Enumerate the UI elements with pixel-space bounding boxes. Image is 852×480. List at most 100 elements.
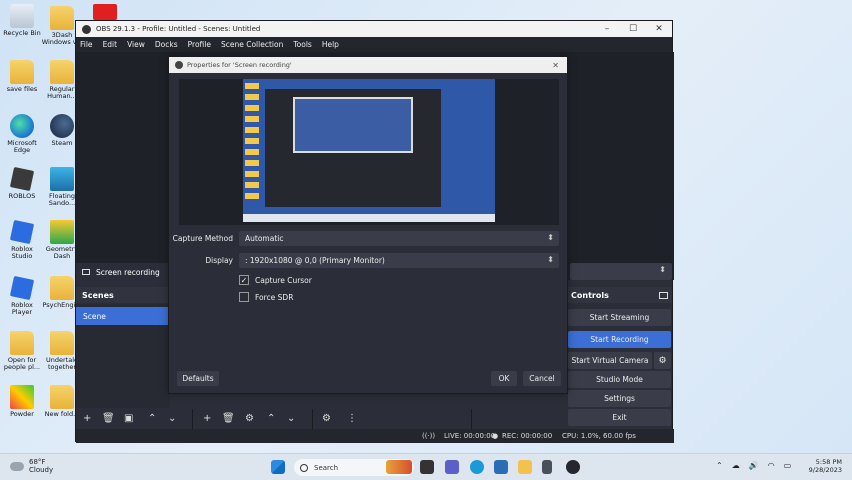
cloud-sync-icon[interactable]: ☁ xyxy=(732,461,740,470)
teams-icon[interactable] xyxy=(445,460,459,474)
folder-icon xyxy=(50,331,74,355)
force-sdr-label: Force SDR xyxy=(255,292,294,302)
menu-file[interactable]: File xyxy=(80,40,93,49)
controls-dock-header: Controls xyxy=(566,287,672,303)
capture-preview xyxy=(179,79,559,225)
remove-source-icon[interactable]: 🗑 xyxy=(222,413,235,424)
minimize-icon[interactable]: – xyxy=(594,24,620,34)
capture-method-select[interactable]: Automatic xyxy=(239,231,559,246)
folder-icon xyxy=(50,276,74,300)
desktop-icon-powder[interactable]: Powder xyxy=(0,385,44,418)
move-up-icon[interactable]: ⌃ xyxy=(148,413,156,424)
source-down-icon[interactable]: ⌄ xyxy=(287,413,295,424)
start-streaming-button[interactable]: Start Streaming xyxy=(568,309,671,326)
source-properties-icon[interactable]: ⚙ xyxy=(245,413,254,424)
desktop-icon-roblox-studio[interactable]: Roblox Studio xyxy=(0,219,44,261)
remove-scene-icon[interactable]: 🗑 xyxy=(102,413,115,424)
source-up-icon[interactable]: ⌃ xyxy=(267,413,275,424)
scenes-dock-header: Scenes xyxy=(76,287,170,303)
exit-button[interactable]: Exit xyxy=(568,409,671,426)
start-icon[interactable] xyxy=(271,460,285,474)
menu-profile[interactable]: Profile xyxy=(188,40,211,49)
scene-item[interactable]: Scene xyxy=(76,307,170,325)
volume-icon[interactable]: 🔊 xyxy=(749,461,759,470)
defaults-button[interactable]: Defaults xyxy=(177,371,219,386)
weather-widget[interactable]: 68°F Cloudy xyxy=(10,458,53,474)
add-source-icon[interactable]: + xyxy=(203,413,211,424)
roblox-studio-icon xyxy=(9,219,35,245)
desktop-icon-roblos[interactable]: ROBLOS xyxy=(0,166,44,200)
battery-icon[interactable]: ▭ xyxy=(784,461,792,470)
red-app-icon[interactable] xyxy=(93,4,117,20)
menu-edit[interactable]: Edit xyxy=(103,40,118,49)
cancel-button[interactable]: Cancel xyxy=(523,371,561,386)
menu-tools[interactable]: Tools xyxy=(293,40,311,49)
studio-mode-button[interactable]: Studio Mode xyxy=(568,371,671,388)
monitor-icon xyxy=(82,269,90,275)
desktop-icon-edge[interactable]: Microsoft Edge xyxy=(0,114,44,155)
settings-button[interactable]: Settings xyxy=(568,390,671,407)
powder-icon xyxy=(10,385,34,409)
menu-view[interactable]: View xyxy=(127,40,145,49)
more-options-icon[interactable]: ⋮ xyxy=(347,413,357,424)
maximize-icon[interactable]: ☐ xyxy=(620,24,646,34)
rec-indicator-icon: ● xyxy=(492,432,499,440)
live-indicator-icon: ((·)) xyxy=(422,432,436,440)
desktop-icon-open-for-people[interactable]: Open for people pl... xyxy=(0,331,44,372)
checkmark-icon[interactable]: ✓ xyxy=(239,275,249,285)
virtual-camera-settings-button[interactable]: ⚙ xyxy=(654,352,671,369)
transition-select[interactable] xyxy=(570,263,672,280)
checkbox-icon[interactable] xyxy=(239,292,249,302)
start-virtual-camera-button[interactable]: Start Virtual Camera xyxy=(568,352,652,369)
desktop-icon-recycle-bin[interactable]: Recycle Bin xyxy=(0,4,44,37)
edge-icon xyxy=(10,114,34,138)
menu-docks[interactable]: Docks xyxy=(155,40,178,49)
file-explorer-icon[interactable] xyxy=(518,460,532,474)
source-name: Screen recording xyxy=(96,267,160,277)
ok-button[interactable]: OK xyxy=(491,371,517,386)
capture-method-label: Capture Method xyxy=(172,234,233,243)
roblox-icon xyxy=(9,166,35,192)
start-recording-button[interactable]: Start Recording xyxy=(568,331,671,348)
move-down-icon[interactable]: ⌄ xyxy=(168,413,176,424)
obs-logo-icon xyxy=(175,61,183,69)
app-icon[interactable] xyxy=(542,460,552,474)
obs-window-title: OBS 29.1.3 - Profile: Untitled - Scenes:… xyxy=(96,25,261,33)
time: 5:58 PM xyxy=(815,458,842,466)
task-view-icon[interactable] xyxy=(420,460,434,474)
capture-cursor-checkbox[interactable]: ✓ Capture Cursor xyxy=(239,275,312,285)
chevron-up-icon[interactable]: ⌃ xyxy=(716,461,723,470)
display-select[interactable]: : 1920x1080 @ 0,0 (Primary Monitor) xyxy=(239,253,559,268)
close-icon[interactable]: ✕ xyxy=(552,61,559,70)
geometry-dash-icon xyxy=(50,220,74,244)
store-icon[interactable] xyxy=(494,460,508,474)
steam-icon xyxy=(50,114,74,138)
search-highlight-icon xyxy=(386,460,412,474)
live-status: LIVE: 00:00:00 xyxy=(444,432,496,440)
menu-scene-collection[interactable]: Scene Collection xyxy=(221,40,283,49)
folder-icon xyxy=(50,6,74,30)
display-label: Display xyxy=(205,256,233,265)
desktop-icon-save-files[interactable]: save files xyxy=(0,60,44,93)
capture-cursor-label: Capture Cursor xyxy=(255,275,312,285)
taskbar: 68°F Cloudy Search ⌃ ☁ 🔊 ◠ ▭ 5:58 PM 9/2… xyxy=(0,453,852,480)
source-toolbar: Screen recording xyxy=(76,263,170,281)
folder-icon xyxy=(10,60,34,84)
obs-taskbar-icon[interactable] xyxy=(566,460,580,474)
menu-help[interactable]: Help xyxy=(322,40,339,49)
close-icon[interactable]: ✕ xyxy=(646,24,672,34)
undock-icon[interactable] xyxy=(659,291,668,299)
wifi-icon[interactable]: ◠ xyxy=(768,461,775,470)
desktop-icon-roblox-player[interactable]: Roblox Player xyxy=(0,275,44,317)
captured-screen-image xyxy=(243,79,495,222)
clock[interactable]: 5:58 PM 9/28/2023 xyxy=(809,458,842,475)
app-icon xyxy=(50,167,74,191)
add-scene-icon[interactable]: + xyxy=(83,413,91,424)
dock-toolbars: + 🗑 ▣ ⌃ ⌄ + 🗑 ⚙ ⌃ ⌄ ⚙ ⋮ xyxy=(76,409,566,429)
roblox-player-icon xyxy=(9,275,35,301)
force-sdr-checkbox[interactable]: Force SDR xyxy=(239,292,293,302)
audio-settings-icon[interactable]: ⚙ xyxy=(322,413,331,424)
scene-filters-icon[interactable]: ▣ xyxy=(124,413,133,424)
search-icon xyxy=(300,463,308,472)
edge-icon[interactable] xyxy=(470,460,484,474)
